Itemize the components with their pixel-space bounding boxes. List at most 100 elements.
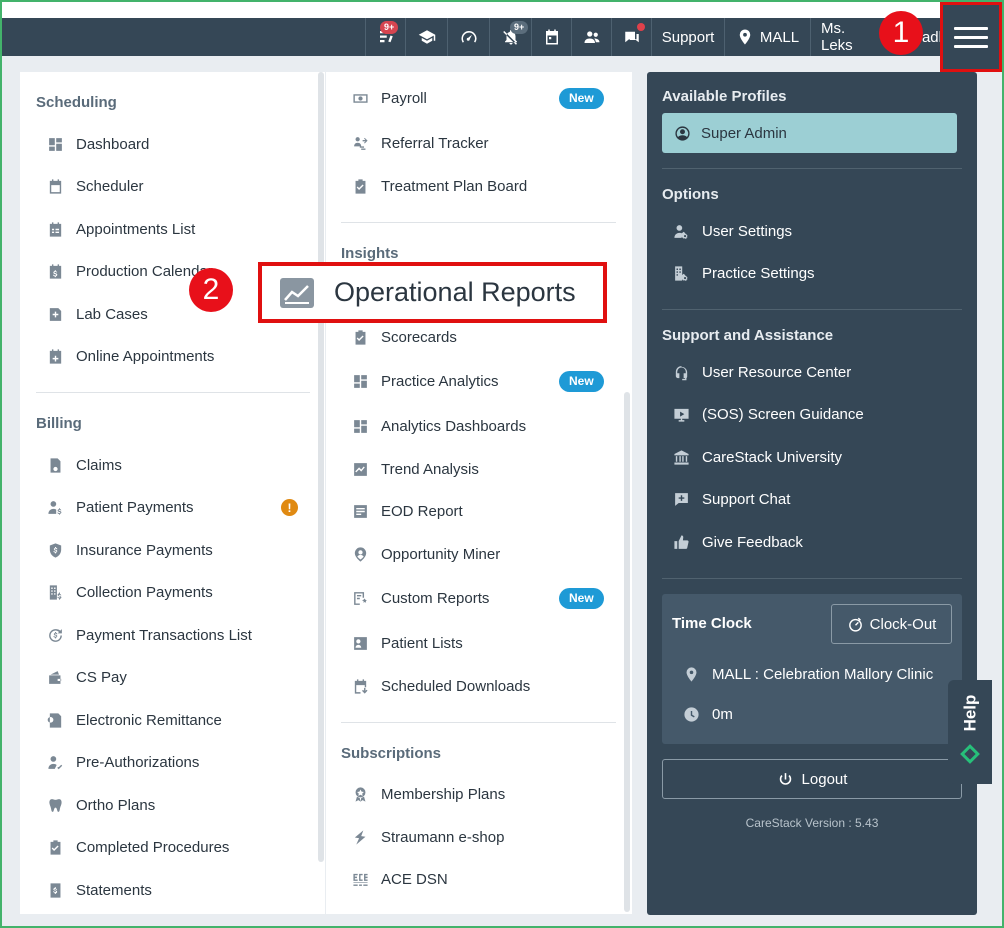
help-label: Help bbox=[960, 694, 979, 732]
video-play-icon bbox=[672, 405, 690, 423]
menu-item-practice-settings[interactable]: Practice Settings bbox=[672, 261, 815, 285]
calendar-button[interactable] bbox=[531, 18, 571, 56]
section-divider bbox=[341, 222, 616, 223]
shield-dollar-icon bbox=[46, 541, 64, 559]
clipboard-check-icon bbox=[351, 177, 369, 195]
scheduling-heading: Scheduling bbox=[36, 94, 117, 111]
logout-button[interactable]: Logout bbox=[662, 759, 962, 799]
menu-item-patient-payments[interactable]: Patient Payments bbox=[46, 495, 194, 519]
menu-item-practice-analytics[interactable]: Practice Analytics bbox=[351, 369, 499, 393]
building-gear-icon bbox=[672, 264, 690, 282]
user-circle-icon bbox=[675, 125, 690, 141]
education-button[interactable] bbox=[405, 18, 447, 56]
menu-item-custom-reports[interactable]: Custom Reports bbox=[351, 586, 489, 610]
menu-item-patient-lists[interactable]: Patient Lists bbox=[351, 631, 463, 655]
tasks-button[interactable]: 9+ bbox=[365, 18, 405, 56]
middle-scrollbar[interactable] bbox=[624, 392, 630, 912]
calendar-download-icon bbox=[351, 677, 369, 695]
location-label: MALL bbox=[759, 28, 800, 46]
operational-reports-highlight[interactable]: Operational Reports bbox=[258, 262, 607, 323]
menu-item-electronic-remittance[interactable]: Electronic Remittance bbox=[46, 708, 222, 732]
operational-reports-label: Operational Reports bbox=[334, 277, 576, 307]
menu-item-ace-dsn[interactable]: ACE DSN bbox=[351, 867, 448, 891]
menu-item-payroll[interactable]: Payroll bbox=[351, 86, 427, 110]
section-divider bbox=[341, 722, 616, 723]
menu-item-trend-analysis[interactable]: Trend Analysis bbox=[351, 457, 479, 481]
ace-dsn-logo-icon bbox=[351, 870, 369, 888]
menu-item-referral-tracker[interactable]: Referral Tracker bbox=[351, 131, 489, 155]
user-check-icon bbox=[46, 753, 64, 771]
menu-item-support-chat[interactable]: Support Chat bbox=[672, 487, 790, 511]
new-badge: New bbox=[559, 588, 604, 609]
menu-item-scorecards[interactable]: Scorecards bbox=[351, 325, 457, 349]
notifications-button[interactable]: 9+ bbox=[489, 18, 531, 56]
options-heading: Options bbox=[662, 186, 719, 203]
menu-item-opportunity-miner[interactable]: Opportunity Miner bbox=[351, 542, 500, 566]
custom-report-icon bbox=[351, 589, 369, 607]
help-diamond-icon bbox=[960, 744, 980, 764]
menu-item-cs-pay[interactable]: CS Pay bbox=[46, 665, 127, 689]
version-text: CareStack Version : 5.43 bbox=[745, 816, 879, 830]
profile-super-admin[interactable]: Super Admin bbox=[662, 113, 957, 153]
menu-item-membership-plans[interactable]: Membership Plans bbox=[351, 782, 505, 806]
menu-item-scheduled-downloads[interactable]: Scheduled Downloads bbox=[351, 674, 530, 698]
menu-item-scheduler[interactable]: Scheduler bbox=[46, 174, 144, 198]
support-link[interactable]: Support bbox=[651, 18, 724, 56]
patient-list-icon bbox=[351, 634, 369, 652]
menu-item-pre-authorizations[interactable]: Pre-Authorizations bbox=[46, 750, 199, 774]
new-badge: New bbox=[559, 371, 604, 392]
user-gear-icon bbox=[672, 222, 690, 240]
users-button[interactable] bbox=[571, 18, 611, 56]
menu-item-user-resource-center[interactable]: User Resource Center bbox=[672, 360, 851, 384]
trend-chart-icon bbox=[351, 460, 369, 478]
help-tab[interactable]: Help bbox=[948, 680, 992, 784]
university-icon bbox=[672, 448, 690, 466]
menu-item-user-settings[interactable]: User Settings bbox=[672, 219, 792, 243]
dashboard-icon bbox=[46, 135, 64, 153]
main-menu-button[interactable] bbox=[940, 2, 1002, 72]
clock-duration: 0m bbox=[682, 702, 733, 726]
menu-item-carestack-university[interactable]: CareStack University bbox=[672, 445, 842, 469]
menu-item-online-appointments[interactable]: Online Appointments bbox=[46, 344, 214, 368]
clinic-location: MALL : Celebration Mallory Clinic bbox=[682, 662, 933, 686]
clock-icon bbox=[682, 705, 700, 723]
menu-item-production-calendar[interactable]: Production Calendar bbox=[46, 259, 213, 283]
headset-icon bbox=[672, 363, 690, 381]
menu-item-eod-report[interactable]: EOD Report bbox=[351, 499, 463, 523]
scorecard-icon bbox=[351, 328, 369, 346]
chat-button[interactable] bbox=[611, 18, 651, 56]
menu-item-ortho-plans[interactable]: Ortho Plans bbox=[46, 793, 155, 817]
menu-item-statements[interactable]: Statements bbox=[46, 878, 152, 902]
clock-out-button[interactable]: Clock-Out bbox=[831, 604, 952, 644]
menu-item-claims[interactable]: Claims bbox=[46, 453, 122, 477]
menu-item-dashboard[interactable]: Dashboard bbox=[46, 132, 149, 156]
speedometer-button[interactable] bbox=[447, 18, 489, 56]
calendar-dollar-icon bbox=[46, 262, 64, 280]
menu-item-sos-screen-guidance[interactable]: (SOS) Screen Guidance bbox=[672, 402, 864, 426]
menu-item-payment-transactions-list[interactable]: Payment Transactions List bbox=[46, 623, 252, 647]
clipboard-check-icon bbox=[46, 838, 64, 856]
hamburger-icon bbox=[954, 21, 988, 54]
menu-item-appointments-list[interactable]: Appointments List bbox=[46, 217, 195, 241]
menu-item-collection-payments[interactable]: Collection Payments bbox=[46, 580, 213, 604]
left-scrollbar[interactable] bbox=[318, 72, 324, 862]
menu-item-completed-procedures[interactable]: Completed Procedures bbox=[46, 835, 229, 859]
step-callout-1: 1 bbox=[879, 11, 923, 55]
location-selector[interactable]: MALL bbox=[724, 18, 810, 56]
referral-icon bbox=[351, 134, 369, 152]
statement-icon bbox=[46, 881, 64, 899]
support-heading: Support and Assistance bbox=[662, 327, 834, 344]
menu-item-analytics-dashboards[interactable]: Analytics Dashboards bbox=[351, 414, 526, 438]
straumann-logo-icon bbox=[351, 828, 369, 846]
gauge-icon bbox=[461, 31, 476, 43]
menu-item-insurance-payments[interactable]: Insurance Payments bbox=[46, 538, 213, 562]
menu-item-lab-cases[interactable]: Lab Cases bbox=[46, 302, 148, 326]
stopwatch-icon bbox=[848, 617, 862, 632]
menu-item-give-feedback[interactable]: Give Feedback bbox=[672, 530, 803, 554]
menu-item-straumann-eshop[interactable]: Straumann e-shop bbox=[351, 825, 504, 849]
menu-item-treatment-plan-board[interactable]: Treatment Plan Board bbox=[351, 174, 527, 198]
profiles-heading: Available Profiles bbox=[662, 88, 787, 105]
support-label: Support bbox=[661, 28, 715, 46]
chat-icon bbox=[624, 31, 639, 43]
power-icon bbox=[779, 772, 791, 785]
